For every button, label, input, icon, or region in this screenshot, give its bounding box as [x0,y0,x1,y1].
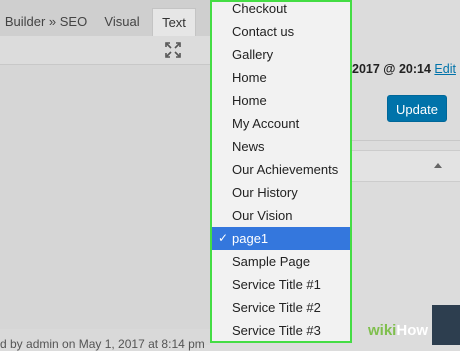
dropdown-option-selected[interactable]: ✓ page1 [212,227,350,250]
option-label: News [232,139,265,154]
editor-toolbar [0,36,210,65]
wikihow-watermark: wikiHow [368,322,460,345]
option-label: Service Title #3 [232,323,321,338]
watermark-how: How [396,322,429,339]
dropdown-option[interactable]: Service Title #3 [212,319,350,341]
option-label: Service Title #1 [232,277,321,292]
last-edited-note: d by admin on May 1, 2017 at 8:14 pm [0,337,205,351]
dropdown-option[interactable]: Checkout [212,1,350,20]
option-label: Home [232,93,267,108]
fullscreen-icon[interactable] [164,41,182,59]
dropdown-option[interactable]: Home [212,66,350,89]
editor-pane: Builder » SEO Visual Text d by admin on … [0,0,210,351]
option-label: Gallery [232,47,274,62]
dropdown-option[interactable]: My Account [212,112,350,135]
option-label: Checkout [232,1,287,16]
option-label: Sample Page [232,254,311,269]
option-label: Our History [232,185,298,200]
option-label: Our Achievements [232,162,339,177]
dropdown-option[interactable]: Sample Page [212,250,350,273]
tab-builder-seo[interactable]: Builder » SEO [0,8,92,36]
text-editor-area[interactable] [0,65,210,329]
dropdown-option[interactable]: Our Vision [212,204,350,227]
watermark-wiki: wiki [368,322,397,339]
option-label: page1 [232,231,269,246]
dropdown-option[interactable]: Contact us [212,20,350,43]
checkmark-icon: ✓ [218,231,229,245]
dropdown-option[interactable]: Our Achievements [212,158,350,181]
dropdown-option[interactable]: Home [212,89,350,112]
parent-page-dropdown[interactable]: Checkout Contact us Gallery Home Home My… [210,0,352,343]
dropdown-option[interactable]: Gallery [212,43,350,66]
option-label: Contact us [232,24,295,39]
collapse-caret-icon[interactable] [434,163,442,168]
option-label: Home [232,70,267,85]
dropdown-option[interactable]: Our History [212,181,350,204]
panel-divider [352,140,460,141]
edit-date-link[interactable]: Edit [434,62,456,76]
dropdown-option[interactable]: News [212,135,350,158]
page-attributes-panel-header[interactable] [352,150,460,182]
option-label: My Account [232,116,300,131]
dropdown-option[interactable]: Service Title #2 [212,296,350,319]
editor-tabbar: Builder » SEO Visual Text [0,0,210,37]
option-label: Service Title #2 [232,300,321,315]
publish-date: 2017 @ 20:14 Edit [352,62,456,76]
tab-text[interactable]: Text [152,8,196,36]
option-label: Our Vision [232,208,293,223]
update-button[interactable]: Update [387,95,447,122]
publish-date-value: 2017 @ 20:14 [352,62,431,76]
dropdown-option[interactable]: Service Title #1 [212,273,350,296]
tab-visual[interactable]: Visual [98,8,146,36]
